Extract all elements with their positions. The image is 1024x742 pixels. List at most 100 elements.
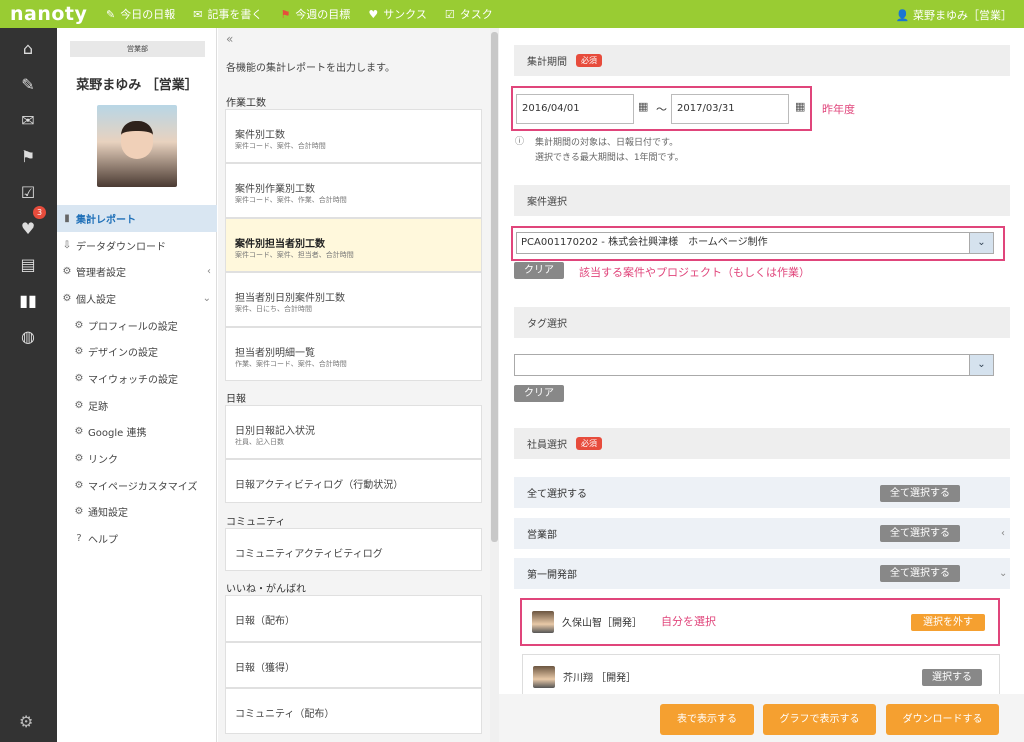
nav-weekly-goal[interactable]: ⚑ 今週の目標 xyxy=(280,6,350,22)
menu-label: リンク xyxy=(88,455,118,467)
report-card[interactable]: 日報（獲得） xyxy=(225,642,482,688)
section-title: コミュニティ xyxy=(226,517,286,528)
gear-icon: ⚙ xyxy=(62,292,72,304)
card-title: コミュニティ（配布） xyxy=(235,709,335,720)
report-chart-icon[interactable]: ▮▮ xyxy=(17,290,39,312)
contacts-icon[interactable]: ▤ xyxy=(17,254,39,276)
nav-write-article[interactable]: ✉ 記事を書く xyxy=(193,6,262,22)
nav-label: 記事を書く xyxy=(207,8,263,21)
gear-icon: ⚙ xyxy=(74,372,84,384)
report-card[interactable]: 担当者別日別案件別工数 案件、日にち、合計時間 xyxy=(225,272,482,327)
nav-today-report[interactable]: ✎ 今日の日報 xyxy=(106,6,175,22)
select-employee-button[interactable]: 選択する xyxy=(922,669,982,686)
menu-item-google[interactable]: ⚙ Google 連携 xyxy=(57,419,217,446)
show-graph-button[interactable]: グラフで表示する xyxy=(763,704,876,735)
menu-item-profile[interactable]: ⚙ プロフィールの設定 xyxy=(57,312,217,339)
report-card[interactable]: コミュニティ（配布） xyxy=(225,688,482,734)
menu-label: 足跡 xyxy=(88,401,108,413)
menu-item-design[interactable]: ⚙ デザインの設定 xyxy=(57,338,217,365)
employee-name: 芥川翔 ［開発］ xyxy=(563,673,637,684)
action-footer: 表で表示する グラフで表示する ダウンロードする xyxy=(499,694,1024,742)
card-title: 日報アクティビティログ（行動状況） xyxy=(235,480,404,491)
calendar-icon[interactable]: ▦ xyxy=(638,100,648,113)
user-name: 菜野まゆみ［営業］ xyxy=(913,9,1012,22)
report-description: 各機能の集計レポートを出力します。 xyxy=(226,63,395,74)
report-card[interactable]: コミュニティアクティビティログ xyxy=(225,528,482,571)
nav-label: タスク xyxy=(459,8,493,21)
project-header: 案件選択 xyxy=(514,185,1010,216)
calendar-icon[interactable]: ▦ xyxy=(795,100,805,113)
info-icon: ⓘ xyxy=(515,137,525,147)
menu-label: 通知設定 xyxy=(88,508,128,520)
menu-item-help[interactable]: ? ヘルプ xyxy=(57,525,217,552)
checklist-icon[interactable]: ☑ xyxy=(17,182,39,204)
top-bar: nanoty ✎ 今日の日報 ✉ 記事を書く ⚑ 今週の目標 ♥ サンクス ☑ タスク 👤… xyxy=(0,0,1024,28)
deselect-employee-button[interactable]: 選択を外す xyxy=(911,614,985,631)
report-form: 集計期間 必須 2016/04/01 ▦ 〜 2017/03/31 ▦ 昨年度 ⓘ… xyxy=(499,28,1024,742)
project-clear-button[interactable]: クリア xyxy=(514,262,564,279)
menu-label: データダウンロード xyxy=(76,241,166,253)
settings-gear-icon[interactable]: ⚙ xyxy=(19,712,33,731)
menu-item-links[interactable]: ⚙ リンク xyxy=(57,445,217,472)
report-card[interactable]: 日別日報記入状況 社員、記入日数 xyxy=(225,405,482,459)
report-card[interactable]: 日報（配布） xyxy=(225,595,482,642)
project-select[interactable]: PCA001170202 - 株式会社興津様 ホームページ制作 ⌄ xyxy=(516,232,994,254)
report-card[interactable]: 案件別作業別工数 案件コード、案件、作業、合計時間 xyxy=(225,163,482,218)
scrollbar-thumb[interactable] xyxy=(491,32,498,542)
chevron-down-icon[interactable]: ⌄ xyxy=(969,355,993,375)
scrollbar[interactable] xyxy=(490,28,499,742)
report-card[interactable]: 日報アクティビティログ（行動状況） xyxy=(225,459,482,503)
section-title: いいね・がんばれ xyxy=(226,584,306,595)
globe-icon[interactable]: ◍ xyxy=(17,326,39,348)
collapse-icon[interactable]: « xyxy=(226,32,233,46)
chat-icon[interactable]: ✉ xyxy=(17,110,39,132)
header-label: 案件選択 xyxy=(527,197,567,208)
avatar-face xyxy=(121,121,153,159)
card-title: 案件別担当者別工数 xyxy=(235,239,325,250)
employee-avatar xyxy=(532,611,554,633)
date-to-input[interactable]: 2017/03/31 xyxy=(671,94,789,124)
card-subtitle: 案件コード、案件、作業、合計時間 xyxy=(235,196,347,204)
card-title: 案件別作業別工数 xyxy=(235,184,315,195)
flag-icon[interactable]: ⚑ xyxy=(17,146,39,168)
chevron-left-icon: ‹ xyxy=(207,266,211,278)
menu-item-data-download[interactable]: ⇩ データダウンロード xyxy=(57,232,217,259)
checkbox-icon: ☑ xyxy=(444,7,455,21)
report-card-selected[interactable]: 案件別担当者別工数 案件コード、案件、担当者、合計時間 xyxy=(225,218,482,272)
menu-item-admin-settings[interactable]: ⚙ 管理者設定 ‹ xyxy=(57,258,217,285)
chevron-down-icon[interactable]: ⌄ xyxy=(969,233,993,253)
gear-icon: ⚙ xyxy=(74,479,84,491)
edit-icon[interactable]: ✎ xyxy=(17,74,39,96)
select-all-sales-button[interactable]: 全て選択する xyxy=(880,525,960,542)
report-card[interactable]: 担当者別明細一覧 作業、案件コード、案件、合計時間 xyxy=(225,327,482,381)
menu-item-mypage-customize[interactable]: ⚙ マイページカスタマイズ xyxy=(57,472,217,499)
download-button[interactable]: ダウンロードする xyxy=(886,704,999,735)
card-title: 日別日報記入状況 xyxy=(235,426,315,437)
chevron-left-icon: ‹ xyxy=(1001,528,1005,539)
menu-item-notifications[interactable]: ⚙ 通知設定 xyxy=(57,499,217,526)
menu-label: 管理者設定 xyxy=(76,268,126,280)
report-card[interactable]: 案件別工数 案件コード、案件、合計時間 xyxy=(225,109,482,163)
home-icon[interactable]: ⌂ xyxy=(17,38,39,60)
department-label: 営業部 xyxy=(70,41,205,57)
menu-item-my-watch[interactable]: ⚙ マイウォッチの設定 xyxy=(57,365,217,392)
menu-item-report[interactable]: ▮ 集計レポート xyxy=(57,205,217,232)
heart-icon[interactable]: ♥ xyxy=(17,218,39,240)
nav-thanks[interactable]: ♥ サンクス xyxy=(368,6,427,22)
select-all-dev1-button[interactable]: 全て選択する xyxy=(880,565,960,582)
user-menu[interactable]: 👤 菜野まゆみ［営業］ xyxy=(896,7,1012,23)
show-table-button[interactable]: 表で表示する xyxy=(660,704,754,735)
nav-task[interactable]: ☑ タスク xyxy=(445,6,493,22)
menu-item-footprints[interactable]: ⚙ 足跡 xyxy=(57,392,217,419)
select-all-button[interactable]: 全て選択する xyxy=(880,485,960,502)
date-from-input[interactable]: 2016/04/01 xyxy=(516,94,634,124)
app-logo[interactable]: nanoty xyxy=(10,3,87,25)
card-subtitle: 案件、日にち、合計時間 xyxy=(235,305,312,313)
row-label: 全て選択する xyxy=(527,489,587,500)
side-menu: ▮ 集計レポート ⇩ データダウンロード ⚙ 管理者設定 ‹ ⚙ 個人設定 ⌄ ⚙ プロフィー… xyxy=(57,205,217,552)
tag-select[interactable]: ⌄ xyxy=(514,354,994,376)
section-title: 作業工数 xyxy=(226,98,266,109)
tag-clear-button[interactable]: クリア xyxy=(514,385,564,402)
card-subtitle: 作業、案件コード、案件、合計時間 xyxy=(235,360,347,368)
menu-item-personal-settings[interactable]: ⚙ 個人設定 ⌄ xyxy=(57,285,217,312)
